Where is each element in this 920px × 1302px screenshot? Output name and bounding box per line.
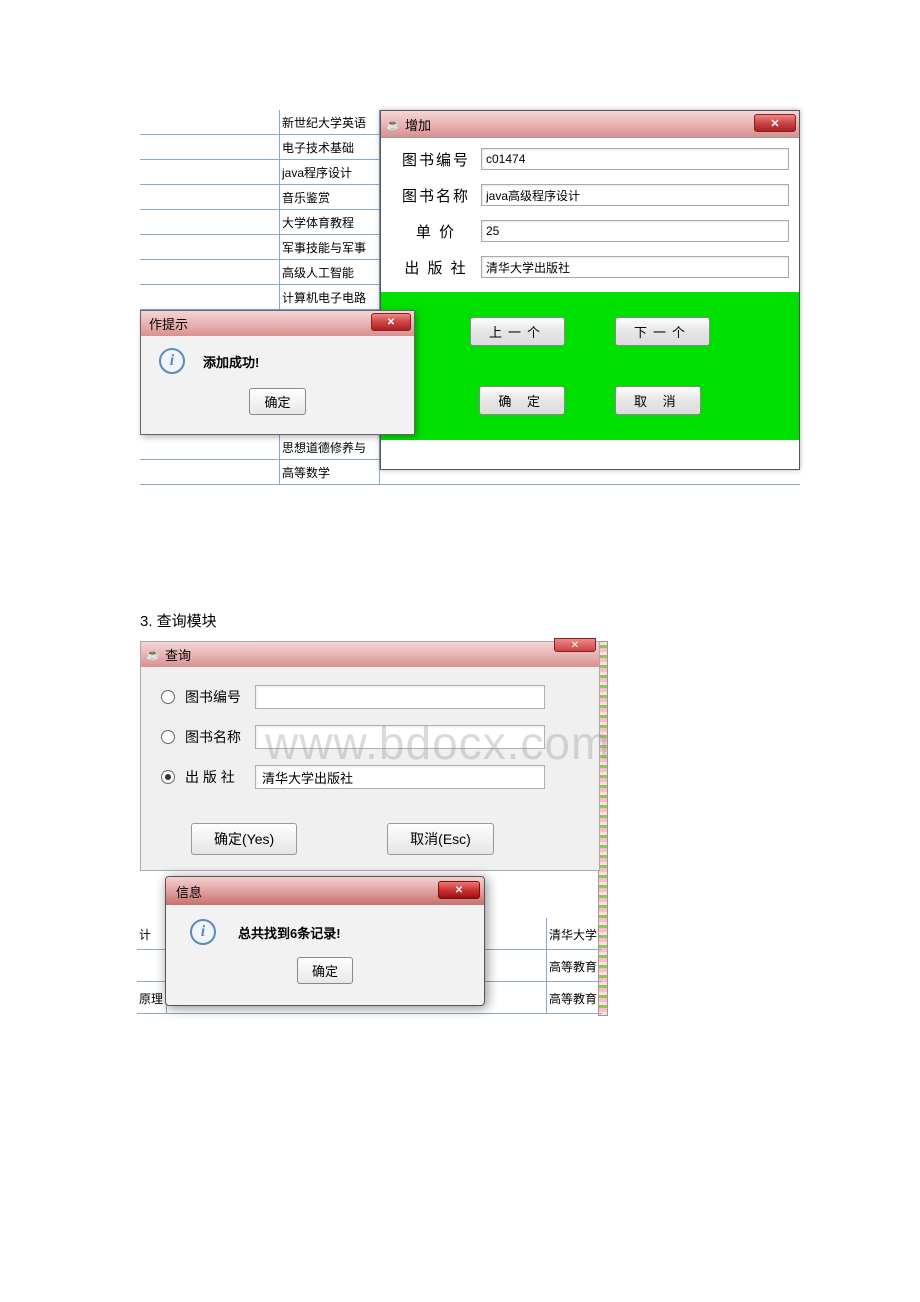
radio-book-name[interactable] bbox=[161, 730, 175, 744]
book-id-input[interactable] bbox=[481, 148, 789, 170]
info-text: 总共找到6条记录! bbox=[238, 923, 341, 942]
qt-cell: 高等教育 bbox=[547, 950, 602, 981]
java-icon: ☕ bbox=[385, 116, 401, 132]
message-title: 作提示 bbox=[149, 314, 188, 333]
query-book-name-input[interactable] bbox=[255, 725, 545, 749]
bg-cell: 思想道德修养与 bbox=[280, 435, 380, 459]
cancel-button[interactable]: 取 消 bbox=[615, 386, 701, 415]
book-name-input[interactable] bbox=[481, 184, 789, 206]
bg-cell: 电子技术基础 bbox=[280, 135, 380, 159]
ok-button[interactable]: 确 定 bbox=[479, 386, 565, 415]
publisher-input[interactable] bbox=[481, 256, 789, 278]
add-dialog-titlebar[interactable]: ☕ 增加 ✕ bbox=[381, 111, 799, 138]
bg-cell: 高级人工智能 bbox=[280, 260, 380, 284]
section-title: 3. 查询模块 bbox=[0, 600, 920, 641]
query-ok-button[interactable]: 确定(Yes) bbox=[191, 823, 297, 855]
bg-cell: java程序设计 bbox=[280, 160, 380, 184]
button-panel: 上一个 下一个 确 定 取 消 bbox=[381, 292, 799, 440]
info-dialog: 信息 ✕ i 总共找到6条记录! 确定 bbox=[165, 876, 485, 1006]
publisher-label: 出 版 社 bbox=[391, 257, 481, 278]
bg-cell: 高等数学 bbox=[280, 460, 380, 484]
message-dialog: 作提示 ✕ i 添加成功! 确定 bbox=[140, 310, 415, 435]
radio-publisher-label: 出 版 社 bbox=[185, 767, 255, 787]
qt-cell: 原理 bbox=[137, 982, 167, 1013]
bg-cell: 大学体育教程 bbox=[280, 210, 380, 234]
info-titlebar[interactable]: 信息 ✕ bbox=[166, 877, 484, 905]
query-title: 查询 bbox=[165, 645, 191, 664]
next-button[interactable]: 下一个 bbox=[615, 317, 710, 346]
bg-cell: 军事技能与军事 bbox=[280, 235, 380, 259]
close-icon[interactable]: ✕ bbox=[438, 881, 480, 899]
radio-book-id-label: 图书编号 bbox=[185, 687, 255, 707]
bg-cell: 新世纪大学英语 bbox=[280, 110, 380, 134]
radio-publisher[interactable] bbox=[161, 770, 175, 784]
query-titlebar[interactable]: ☕ 查询 ✕ bbox=[141, 642, 599, 667]
add-dialog-title: 增加 bbox=[405, 115, 431, 134]
book-id-label: 图书编号 bbox=[391, 149, 481, 170]
qt-cell bbox=[137, 950, 167, 981]
message-titlebar[interactable]: 作提示 ✕ bbox=[141, 311, 414, 336]
query-book-id-input[interactable] bbox=[255, 685, 545, 709]
info-title: 信息 bbox=[176, 882, 202, 901]
query-cancel-button[interactable]: 取消(Esc) bbox=[387, 823, 494, 855]
add-dialog: ☕ 增加 ✕ 图书编号 图书名称 单 价 出 版 社 bbox=[380, 110, 800, 470]
java-icon: ☕ bbox=[145, 647, 161, 663]
ok-button[interactable]: 确定 bbox=[249, 388, 305, 415]
radio-book-id[interactable] bbox=[161, 690, 175, 704]
close-icon[interactable]: ✕ bbox=[754, 114, 796, 132]
close-icon[interactable]: ✕ bbox=[554, 638, 596, 652]
info-icon: i bbox=[159, 348, 185, 374]
message-text: 添加成功! bbox=[203, 352, 259, 371]
close-icon[interactable]: ✕ bbox=[371, 313, 411, 331]
radio-book-name-label: 图书名称 bbox=[185, 727, 255, 747]
qt-cell: 高等教育 bbox=[547, 982, 602, 1013]
qt-cell: 清华大学 bbox=[547, 918, 602, 949]
prev-button[interactable]: 上一个 bbox=[470, 317, 565, 346]
query-publisher-input[interactable] bbox=[255, 765, 545, 789]
query-dialog: ☕ 查询 ✕ 图书编号 图书名称 出 版 社 确定(Yes) 取消(E bbox=[140, 641, 600, 871]
ok-button[interactable]: 确定 bbox=[297, 957, 353, 984]
book-name-label: 图书名称 bbox=[391, 185, 481, 206]
info-icon: i bbox=[190, 919, 216, 945]
price-input[interactable] bbox=[481, 220, 789, 242]
bg-cell: 计算机电子电路 bbox=[280, 285, 380, 309]
price-label: 单 价 bbox=[391, 221, 481, 242]
bg-cell: 音乐鉴赏 bbox=[280, 185, 380, 209]
qt-cell: 计 bbox=[137, 918, 167, 949]
